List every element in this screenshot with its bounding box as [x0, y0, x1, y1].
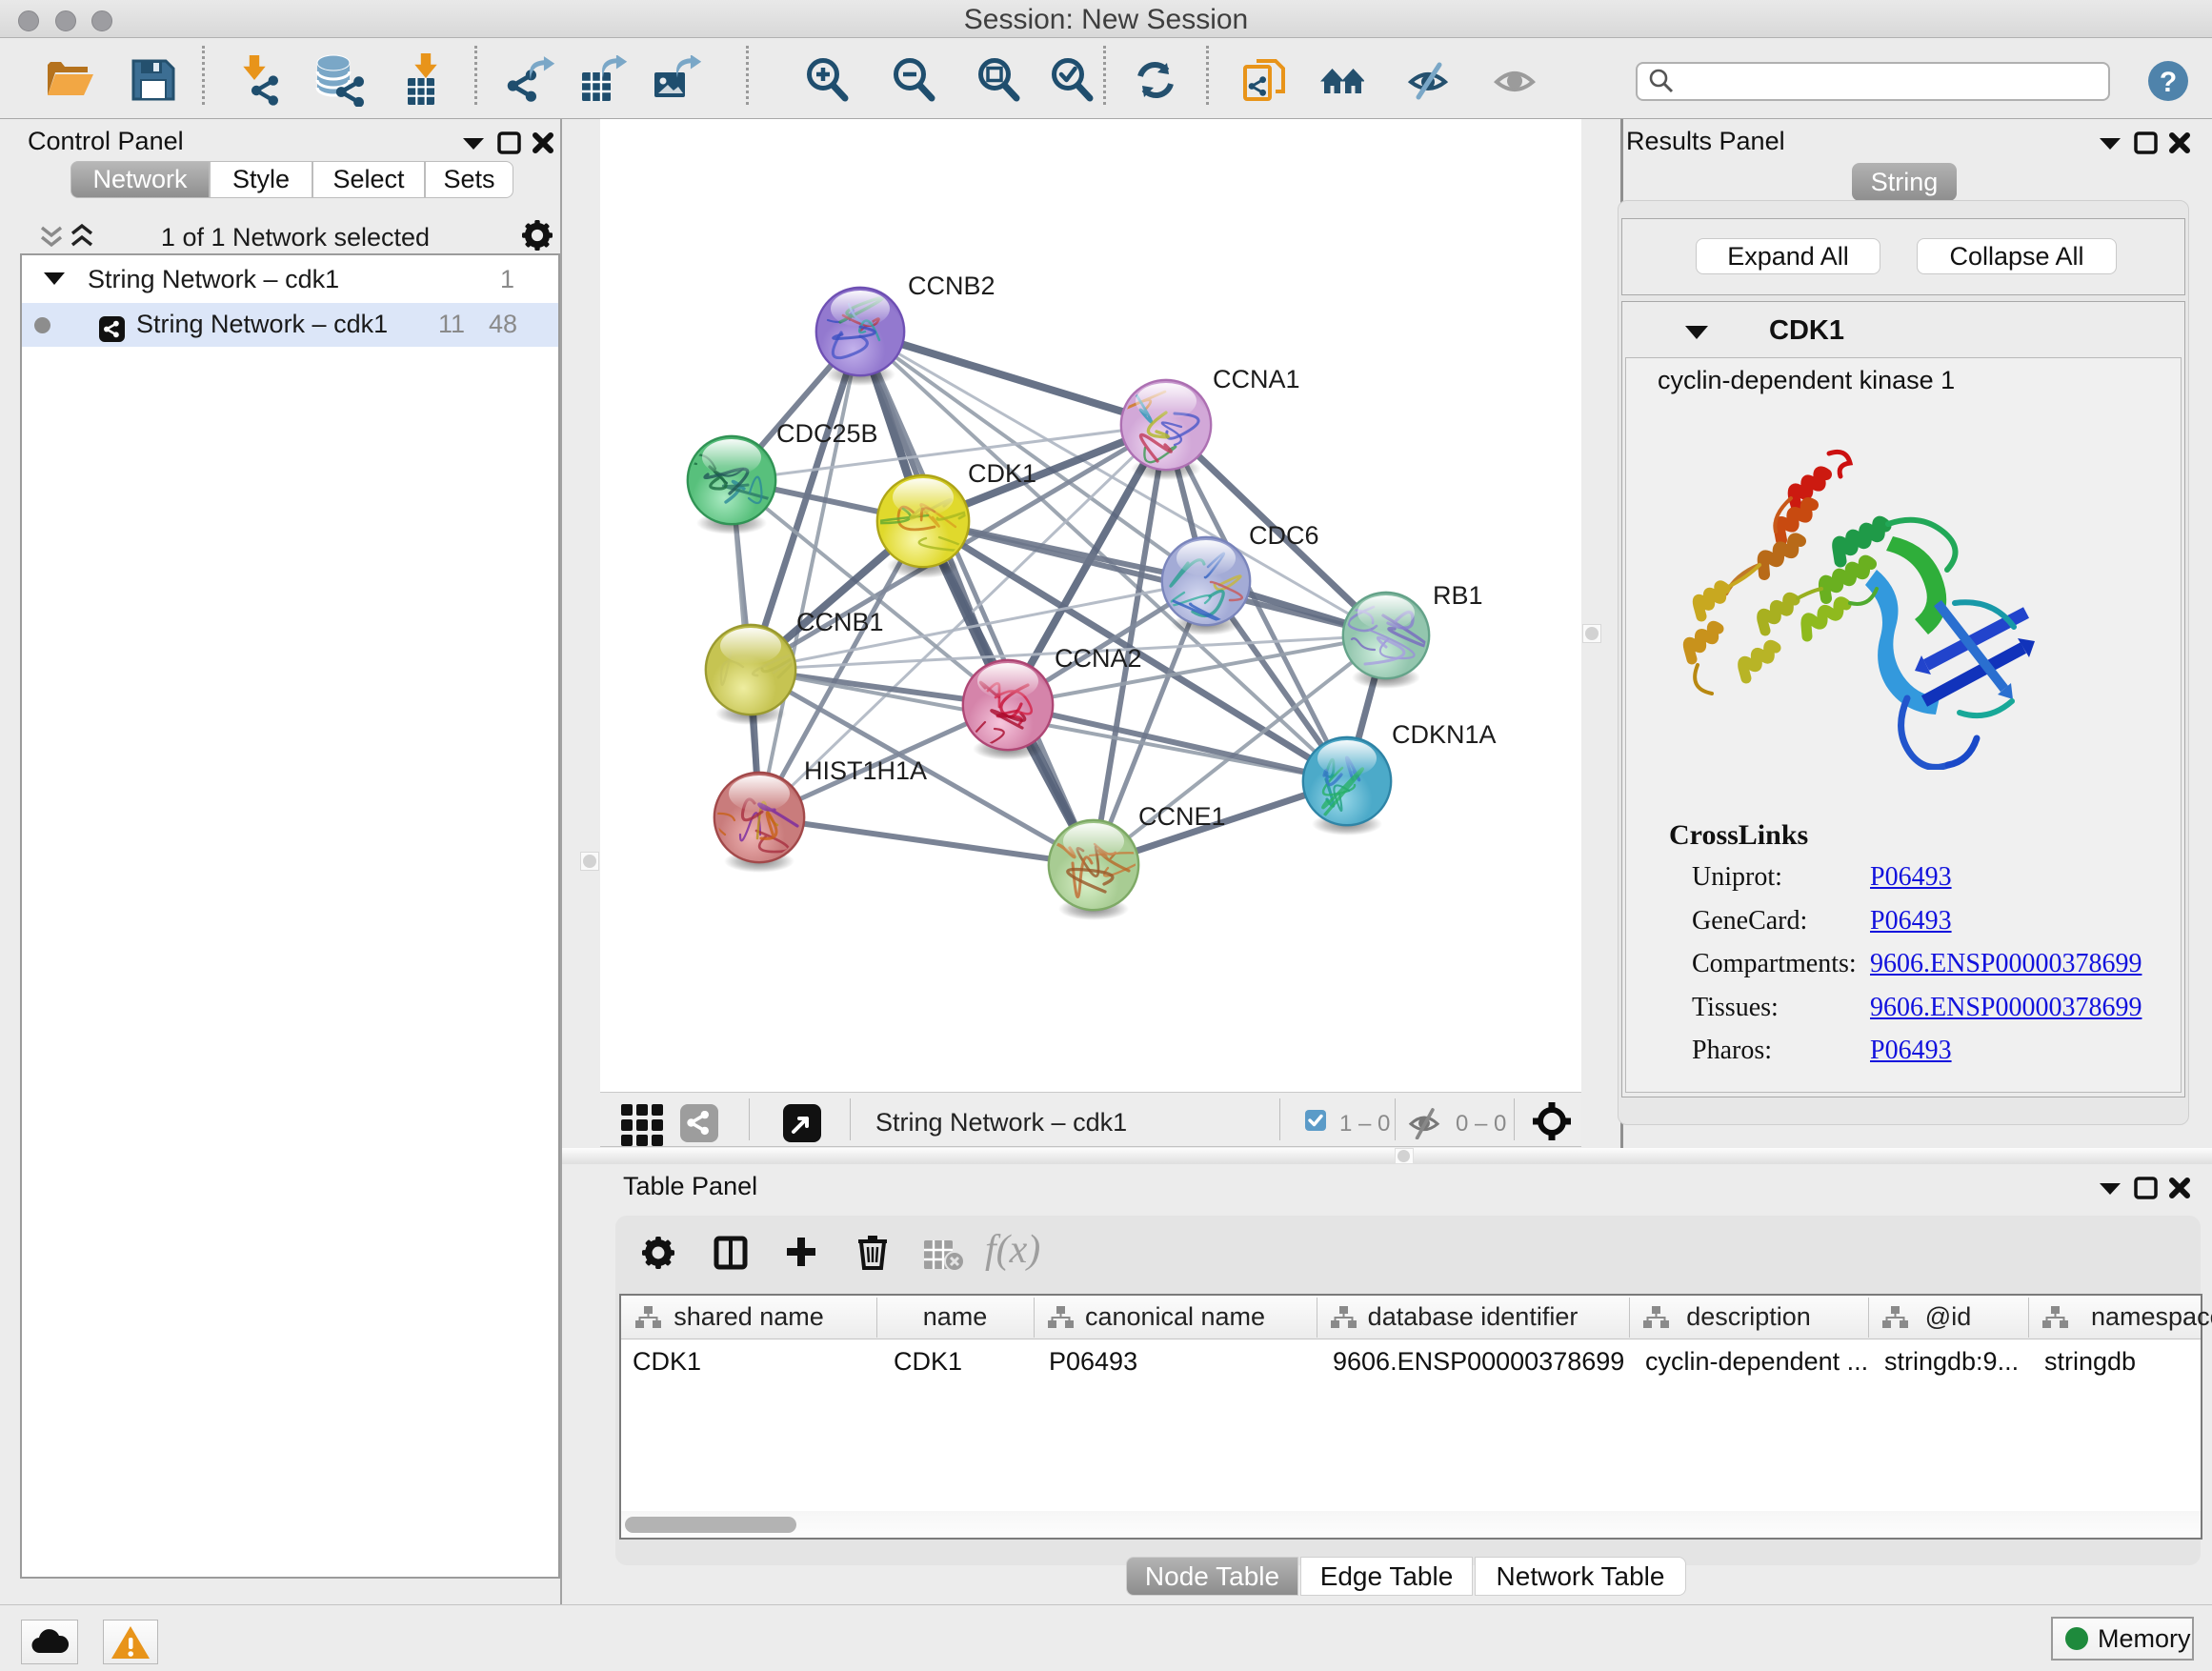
svg-text:CDC6: CDC6: [1249, 521, 1319, 550]
svg-text:CCNB2: CCNB2: [908, 272, 995, 300]
svg-text:CCNA2: CCNA2: [1055, 644, 1142, 673]
svg-text:CDK1: CDK1: [968, 459, 1036, 488]
svg-text:CCNA1: CCNA1: [1213, 365, 1300, 393]
svg-text:CDC25B: CDC25B: [776, 419, 878, 448]
svg-text:RB1: RB1: [1433, 581, 1483, 610]
svg-text:HIST1H1A: HIST1H1A: [804, 756, 927, 785]
svg-text:CDKN1A: CDKN1A: [1392, 720, 1497, 749]
svg-text:CCNB1: CCNB1: [796, 608, 884, 636]
svg-text:CCNE1: CCNE1: [1138, 802, 1226, 831]
